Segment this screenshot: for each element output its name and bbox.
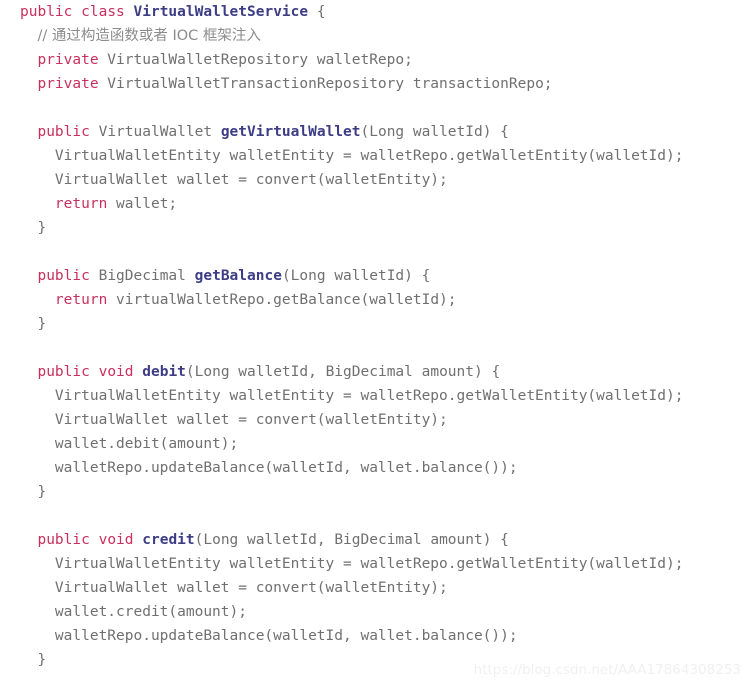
code-token-kw: public [37,124,90,140]
code-token-kw: void [98,532,134,548]
code-line: } [0,216,751,240]
code-token-kw: public [20,4,73,20]
code-token-plain: wallet; [107,196,178,212]
code-token-kw: public [37,364,90,380]
code-token-plain: { [308,4,326,20]
code-token-decl: getVirtualWallet [220,124,361,140]
code-line: public class VirtualWalletService { [0,0,751,24]
code-line: private VirtualWalletRepository walletRe… [0,48,751,72]
code-token-plain: VirtualWalletRepository walletRepo; [98,52,413,68]
code-token-plain: (Long walletId, BigDecimal amount) { [194,532,509,548]
code-token-plain: VirtualWalletEntity walletEntity = walle… [20,148,684,164]
code-token-plain: } [20,652,47,668]
code-line: public BigDecimal getBalance(Long wallet… [0,264,751,288]
code-line: walletRepo.updateBalance(walletId, walle… [0,624,751,648]
code-line: // 通过构造函数或者 IOC 框架注入 [0,24,751,48]
code-token-kw: private [37,52,99,68]
code-token-plain: wallet.credit(amount); [20,604,247,620]
code-token-plain: (Long walletId) { [281,268,431,284]
code-token-kw: public [37,268,90,284]
code-token-kw: public [37,532,90,548]
code-token-kw: return [54,196,108,212]
code-token-plain: VirtualWalletEntity walletEntity = walle… [20,388,684,404]
code-token-decl: credit [142,532,195,548]
code-token-plain: VirtualWalletTransactionRepository trans… [98,76,553,92]
code-token-decl: VirtualWalletService [133,4,309,20]
code-line: walletRepo.updateBalance(walletId, walle… [0,456,751,480]
code-token-decl: debit [142,364,186,380]
code-token-plain: } [20,316,47,332]
code-listing: public class VirtualWalletService { // 通… [0,0,751,672]
code-token-plain: } [20,220,47,236]
code-line: private VirtualWalletTransactionReposito… [0,72,751,96]
code-line: VirtualWalletEntity walletEntity = walle… [0,552,751,576]
code-block: public class VirtualWalletService { // 通… [0,0,751,686]
code-token-kw: class [81,4,125,20]
code-line: } [0,480,751,504]
code-token-plain: walletRepo.updateBalance(walletId, walle… [20,628,518,644]
code-token-plain: walletRepo.updateBalance(walletId, walle… [20,460,518,476]
code-token-kw: private [37,76,99,92]
code-line: return wallet; [0,192,751,216]
code-token-plain: (Long walletId) { [360,124,509,140]
code-line: } [0,312,751,336]
code-token-plain: BigDecimal [89,268,195,284]
code-token-plain: VirtualWallet [89,124,221,140]
code-line: VirtualWallet wallet = convert(walletEnt… [0,576,751,600]
code-token-plain: VirtualWallet wallet = convert(walletEnt… [20,412,448,428]
code-token-kw: return [54,292,108,308]
code-line: VirtualWalletEntity walletEntity = walle… [0,144,751,168]
code-token-cmt: // 通过构造函数或者 IOC 框架注入 [37,28,261,44]
code-line: wallet.debit(amount); [0,432,751,456]
code-token-plain: } [20,484,47,500]
code-line: VirtualWalletEntity walletEntity = walle… [0,384,751,408]
code-line: return virtualWalletRepo.getBalance(wall… [0,288,751,312]
code-line: public VirtualWallet getVirtualWallet(Lo… [0,120,751,144]
code-line: wallet.credit(amount); [0,600,751,624]
code-line: public void debit(Long walletId, BigDeci… [0,360,751,384]
code-token-plain: wallet.debit(amount); [20,436,239,452]
code-token-decl: getBalance [194,268,282,284]
code-token-plain: virtualWalletRepo.getBalance(walletId); [107,292,457,308]
code-line: } [0,648,751,672]
code-line: public void credit(Long walletId, BigDec… [0,528,751,552]
code-line: VirtualWallet wallet = convert(walletEnt… [0,168,751,192]
code-token-plain: VirtualWalletEntity walletEntity = walle… [20,556,684,572]
code-token-plain: VirtualWallet wallet = convert(walletEnt… [20,580,448,596]
code-token-plain: (Long walletId, BigDecimal amount) { [185,364,501,380]
code-token-plain: VirtualWallet wallet = convert(walletEnt… [20,172,448,188]
code-token-kw: void [98,364,134,380]
code-line: VirtualWallet wallet = convert(walletEnt… [0,408,751,432]
